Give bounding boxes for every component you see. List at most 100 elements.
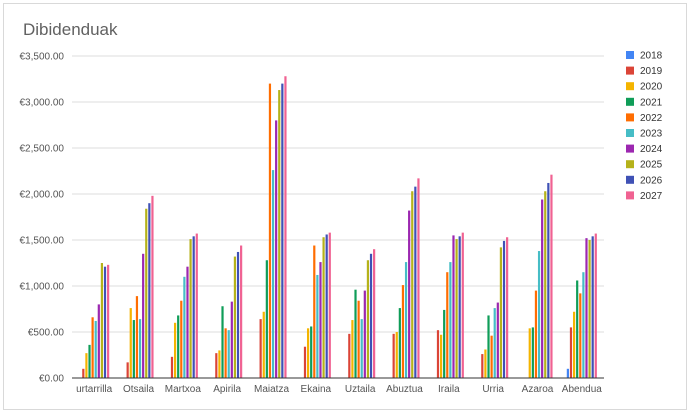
bar-2027-Azaroa[interactable] bbox=[550, 174, 553, 378]
legend-swatch-2021[interactable] bbox=[626, 97, 634, 106]
legend-label[interactable]: 2024 bbox=[640, 144, 663, 155]
bar-2025-Apirila[interactable] bbox=[233, 256, 237, 378]
bar-2019-Ekaina[interactable] bbox=[303, 346, 307, 378]
bar-2022-Uztaila[interactable] bbox=[357, 300, 360, 378]
bar-2025-urtarrilla[interactable] bbox=[100, 263, 104, 378]
bar-2019-Uztaila[interactable] bbox=[348, 333, 351, 378]
bar-2022-Maiatza[interactable] bbox=[268, 83, 272, 378]
bar-2022-Abuztua[interactable] bbox=[401, 285, 405, 378]
bar-2020-Urria[interactable] bbox=[484, 349, 487, 378]
bar-2027-Abuztua[interactable] bbox=[417, 178, 420, 378]
bar-2027-Apirila[interactable] bbox=[240, 245, 243, 378]
legend-swatch-2023[interactable] bbox=[626, 129, 634, 137]
bar-2020-Ekaina[interactable] bbox=[306, 328, 310, 378]
bar-2027-urtarrilla[interactable] bbox=[107, 264, 110, 378]
bar-2023-Apirila[interactable] bbox=[227, 330, 230, 378]
bar-2027-Urria[interactable] bbox=[506, 237, 509, 378]
bar-2026-Ekaina[interactable] bbox=[325, 234, 328, 378]
bar-2027-Otsaila[interactable] bbox=[151, 195, 154, 378]
bar-2019-Apirila[interactable] bbox=[215, 353, 218, 378]
bar-2026-Apirila[interactable] bbox=[236, 251, 240, 378]
legend-label[interactable]: 2021 bbox=[640, 97, 663, 108]
bar-2021-urtarrilla[interactable] bbox=[88, 344, 91, 378]
bar-2023-Martxoa[interactable] bbox=[183, 276, 186, 378]
bar-2022-Azaroa[interactable] bbox=[534, 290, 538, 378]
bar-2021-Iraila[interactable] bbox=[443, 309, 446, 378]
bar-2020-Otsaila[interactable] bbox=[129, 308, 132, 378]
bar-2021-Urria[interactable] bbox=[487, 315, 490, 378]
bar-2024-Otsaila[interactable] bbox=[142, 253, 145, 378]
legend-label[interactable]: 2027 bbox=[640, 191, 663, 202]
bar-2026-Maiatza[interactable] bbox=[281, 83, 284, 378]
bar-2020-Martxoa[interactable] bbox=[173, 322, 177, 378]
legend-label[interactable]: 2022 bbox=[640, 113, 663, 124]
legend-label[interactable]: 2025 bbox=[640, 160, 663, 171]
bar-2023-Otsaila[interactable] bbox=[138, 319, 142, 378]
bar-2027-Ekaina[interactable] bbox=[328, 232, 331, 378]
bar-2024-Maiatza[interactable] bbox=[275, 120, 278, 379]
bar-2020-Iraila[interactable] bbox=[439, 334, 443, 378]
bar-2021-Apirila[interactable] bbox=[221, 306, 224, 378]
bar-2026-Uztaila[interactable] bbox=[369, 253, 373, 378]
bar-2019-urtarrilla[interactable] bbox=[82, 368, 85, 378]
bar-2020-Abuztua[interactable] bbox=[395, 332, 398, 378]
bar-2026-Iraila[interactable] bbox=[458, 236, 461, 378]
bar-2022-Apirila[interactable] bbox=[224, 328, 227, 378]
bar-2022-Otsaila[interactable] bbox=[135, 296, 139, 378]
bar-2021-Uztaila[interactable] bbox=[354, 289, 357, 378]
bar-2021-Martxoa[interactable] bbox=[177, 315, 180, 378]
bar-2025-Uztaila[interactable] bbox=[366, 260, 370, 378]
bar-2025-Iraila[interactable] bbox=[455, 239, 458, 378]
bar-2023-Azaroa[interactable] bbox=[537, 251, 541, 378]
bar-2022-Urria[interactable] bbox=[490, 335, 493, 378]
bar-2019-Abendua[interactable] bbox=[569, 327, 573, 378]
bar-2022-urtarrilla[interactable] bbox=[91, 317, 94, 378]
bar-2019-Abuztua[interactable] bbox=[392, 333, 395, 378]
bar-2023-urtarrilla[interactable] bbox=[94, 320, 97, 378]
bar-2026-urtarrilla[interactable] bbox=[103, 266, 107, 378]
bar-2024-Iraila[interactable] bbox=[452, 235, 455, 378]
bar-2020-Azaroa[interactable] bbox=[528, 328, 531, 378]
legend-swatch-2022[interactable] bbox=[626, 113, 634, 122]
bar-2023-Uztaila[interactable] bbox=[360, 319, 363, 378]
bar-2024-Ekaina[interactable] bbox=[319, 262, 322, 378]
bar-2021-Azaroa[interactable] bbox=[531, 327, 534, 378]
bar-2026-Abuztua[interactable] bbox=[414, 186, 417, 378]
bar-2021-Otsaila[interactable] bbox=[132, 320, 135, 378]
bar-2020-Maiatza[interactable] bbox=[262, 311, 265, 378]
legend-label[interactable]: 2020 bbox=[640, 82, 663, 93]
bar-2025-Abendua[interactable] bbox=[588, 240, 591, 378]
bar-2023-Maiatza[interactable] bbox=[271, 170, 275, 378]
bar-2026-Urria[interactable] bbox=[502, 240, 506, 378]
bar-2026-Otsaila[interactable] bbox=[148, 203, 151, 378]
bar-2020-Uztaila[interactable] bbox=[351, 320, 354, 378]
bar-2021-Maiatza[interactable] bbox=[265, 260, 268, 378]
bar-2022-Iraila[interactable] bbox=[446, 272, 449, 378]
bar-2024-Martxoa[interactable] bbox=[186, 266, 189, 378]
legend-swatch-2019[interactable] bbox=[626, 66, 634, 75]
bar-2023-Abuztua[interactable] bbox=[404, 262, 408, 378]
bar-2025-Azaroa[interactable] bbox=[544, 191, 547, 378]
bar-2019-Martxoa[interactable] bbox=[170, 356, 174, 378]
bar-2022-Martxoa[interactable] bbox=[180, 300, 183, 378]
bar-2027-Abendua[interactable] bbox=[594, 233, 597, 378]
bar-2020-Abendua[interactable] bbox=[572, 311, 576, 378]
bar-2025-Martxoa[interactable] bbox=[189, 239, 192, 378]
bar-2024-urtarrilla[interactable] bbox=[97, 304, 100, 378]
legend-label[interactable]: 2019 bbox=[640, 66, 663, 77]
bar-2027-Uztaila[interactable] bbox=[373, 249, 376, 378]
bar-2024-Abuztua[interactable] bbox=[408, 210, 411, 378]
bar-2022-Ekaina[interactable] bbox=[313, 245, 316, 378]
bar-2024-Azaroa[interactable] bbox=[541, 199, 544, 378]
legend-label[interactable]: 2023 bbox=[640, 129, 663, 140]
bar-2019-Maiatza[interactable] bbox=[259, 319, 262, 378]
bar-2027-Iraila[interactable] bbox=[461, 232, 464, 378]
bar-2026-Martxoa[interactable] bbox=[192, 236, 195, 378]
legend-swatch-2020[interactable] bbox=[626, 82, 634, 91]
bar-2022-Abendua[interactable] bbox=[579, 293, 582, 378]
bar-2024-Apirila[interactable] bbox=[230, 301, 233, 378]
bar-2018-Abendua[interactable] bbox=[566, 368, 569, 378]
legend-swatch-2026[interactable] bbox=[626, 175, 634, 184]
bar-2021-Abendua[interactable] bbox=[576, 280, 579, 378]
bar-2025-Maiatza[interactable] bbox=[278, 90, 281, 378]
